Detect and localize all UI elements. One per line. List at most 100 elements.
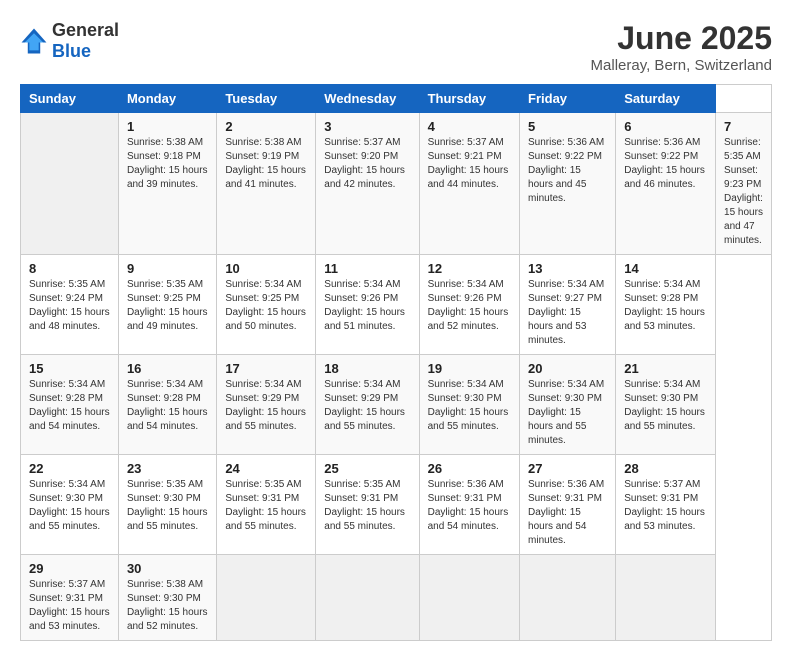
calendar-cell: 9 Sunrise: 5:35 AMSunset: 9:25 PMDayligh… — [118, 255, 216, 355]
day-number: 25 — [324, 461, 410, 476]
day-number: 22 — [29, 461, 110, 476]
calendar-cell: 14 Sunrise: 5:34 AMSunset: 9:28 PMDaylig… — [616, 255, 716, 355]
day-info: Sunrise: 5:34 AMSunset: 9:28 PMDaylight:… — [127, 378, 208, 434]
day-info: Sunrise: 5:36 AMSunset: 9:31 PMDaylight:… — [528, 478, 607, 548]
logo: General Blue — [20, 20, 119, 62]
calendar-cell: 28 Sunrise: 5:37 AMSunset: 9:31 PMDaylig… — [616, 455, 716, 555]
day-number: 11 — [324, 261, 410, 276]
calendar-week-2: 8 Sunrise: 5:35 AMSunset: 9:24 PMDayligh… — [21, 255, 772, 355]
col-monday: Monday — [118, 85, 216, 113]
logo-icon — [20, 27, 48, 55]
day-info: Sunrise: 5:34 AMSunset: 9:26 PMDaylight:… — [428, 278, 511, 334]
calendar-week-4: 22 Sunrise: 5:34 AMSunset: 9:30 PMDaylig… — [21, 455, 772, 555]
day-info: Sunrise: 5:36 AMSunset: 9:31 PMDaylight:… — [428, 478, 511, 534]
day-info: Sunrise: 5:34 AMSunset: 9:29 PMDaylight:… — [225, 378, 307, 434]
day-number: 12 — [428, 261, 511, 276]
header: General Blue June 2025 Malleray, Bern, S… — [20, 20, 772, 74]
calendar-cell: 29 Sunrise: 5:37 AMSunset: 9:31 PMDaylig… — [21, 555, 119, 641]
calendar-cell: 5 Sunrise: 5:36 AMSunset: 9:22 PMDayligh… — [520, 113, 616, 255]
calendar-cell: 18 Sunrise: 5:34 AMSunset: 9:29 PMDaylig… — [316, 355, 419, 455]
day-number: 1 — [127, 119, 208, 134]
calendar-week-3: 15 Sunrise: 5:34 AMSunset: 9:28 PMDaylig… — [21, 355, 772, 455]
day-info: Sunrise: 5:35 AMSunset: 9:31 PMDaylight:… — [324, 478, 410, 534]
calendar-cell: 10 Sunrise: 5:34 AMSunset: 9:25 PMDaylig… — [217, 255, 316, 355]
calendar-cell — [520, 555, 616, 641]
month-title: June 2025 — [591, 20, 772, 57]
logo-general: General — [52, 20, 119, 40]
day-info: Sunrise: 5:34 AMSunset: 9:25 PMDaylight:… — [225, 278, 307, 334]
location-title: Malleray, Bern, Switzerland — [591, 57, 772, 74]
calendar-cell: 30 Sunrise: 5:38 AMSunset: 9:30 PMDaylig… — [118, 555, 216, 641]
day-info: Sunrise: 5:37 AMSunset: 9:20 PMDaylight:… — [324, 136, 410, 192]
calendar-week-1: 1 Sunrise: 5:38 AMSunset: 9:18 PMDayligh… — [21, 113, 772, 255]
day-info: Sunrise: 5:34 AMSunset: 9:26 PMDaylight:… — [324, 278, 410, 334]
header-row: Sunday Monday Tuesday Wednesday Thursday… — [21, 85, 772, 113]
calendar-cell: 19 Sunrise: 5:34 AMSunset: 9:30 PMDaylig… — [419, 355, 519, 455]
day-number: 8 — [29, 261, 110, 276]
calendar-cell: 23 Sunrise: 5:35 AMSunset: 9:30 PMDaylig… — [118, 455, 216, 555]
day-info: Sunrise: 5:35 AMSunset: 9:30 PMDaylight:… — [127, 478, 208, 534]
day-number: 16 — [127, 361, 208, 376]
day-number: 30 — [127, 561, 208, 576]
day-number: 24 — [225, 461, 307, 476]
col-sunday: Sunday — [21, 85, 119, 113]
title-area: June 2025 Malleray, Bern, Switzerland — [591, 20, 772, 74]
day-info: Sunrise: 5:35 AMSunset: 9:25 PMDaylight:… — [127, 278, 208, 334]
day-number: 3 — [324, 119, 410, 134]
day-info: Sunrise: 5:37 AMSunset: 9:21 PMDaylight:… — [428, 136, 511, 192]
day-number: 29 — [29, 561, 110, 576]
day-number: 18 — [324, 361, 410, 376]
day-number: 28 — [624, 461, 707, 476]
day-info: Sunrise: 5:34 AMSunset: 9:30 PMDaylight:… — [29, 478, 110, 534]
day-number: 26 — [428, 461, 511, 476]
day-number: 17 — [225, 361, 307, 376]
calendar-cell: 22 Sunrise: 5:34 AMSunset: 9:30 PMDaylig… — [21, 455, 119, 555]
day-number: 5 — [528, 119, 607, 134]
calendar-cell: 2 Sunrise: 5:38 AMSunset: 9:19 PMDayligh… — [217, 113, 316, 255]
day-info: Sunrise: 5:38 AMSunset: 9:19 PMDaylight:… — [225, 136, 307, 192]
day-info: Sunrise: 5:34 AMSunset: 9:30 PMDaylight:… — [528, 378, 607, 448]
calendar-cell: 21 Sunrise: 5:34 AMSunset: 9:30 PMDaylig… — [616, 355, 716, 455]
day-number: 2 — [225, 119, 307, 134]
calendar-cell — [616, 555, 716, 641]
day-info: Sunrise: 5:34 AMSunset: 9:27 PMDaylight:… — [528, 278, 607, 348]
day-info: Sunrise: 5:34 AMSunset: 9:29 PMDaylight:… — [324, 378, 410, 434]
calendar-cell: 17 Sunrise: 5:34 AMSunset: 9:29 PMDaylig… — [217, 355, 316, 455]
day-info: Sunrise: 5:34 AMSunset: 9:30 PMDaylight:… — [428, 378, 511, 434]
day-number: 20 — [528, 361, 607, 376]
day-info: Sunrise: 5:37 AMSunset: 9:31 PMDaylight:… — [624, 478, 707, 534]
calendar-cell: 11 Sunrise: 5:34 AMSunset: 9:26 PMDaylig… — [316, 255, 419, 355]
day-info: Sunrise: 5:38 AMSunset: 9:18 PMDaylight:… — [127, 136, 208, 192]
calendar-cell: 15 Sunrise: 5:34 AMSunset: 9:28 PMDaylig… — [21, 355, 119, 455]
day-number: 6 — [624, 119, 707, 134]
calendar-cell — [316, 555, 419, 641]
calendar-table: Sunday Monday Tuesday Wednesday Thursday… — [20, 84, 772, 641]
day-number: 4 — [428, 119, 511, 134]
day-info: Sunrise: 5:36 AMSunset: 9:22 PMDaylight:… — [528, 136, 607, 206]
calendar-cell — [217, 555, 316, 641]
col-friday: Friday — [520, 85, 616, 113]
calendar-cell: 13 Sunrise: 5:34 AMSunset: 9:27 PMDaylig… — [520, 255, 616, 355]
col-saturday: Saturday — [616, 85, 716, 113]
day-number: 21 — [624, 361, 707, 376]
day-info: Sunrise: 5:34 AMSunset: 9:30 PMDaylight:… — [624, 378, 707, 434]
day-info: Sunrise: 5:35 AMSunset: 9:24 PMDaylight:… — [29, 278, 110, 334]
calendar-cell: 24 Sunrise: 5:35 AMSunset: 9:31 PMDaylig… — [217, 455, 316, 555]
day-number: 13 — [528, 261, 607, 276]
calendar-cell: 7 Sunrise: 5:35 AMSunset: 9:23 PMDayligh… — [716, 113, 772, 255]
day-number: 23 — [127, 461, 208, 476]
day-number: 19 — [428, 361, 511, 376]
calendar-cell: 3 Sunrise: 5:37 AMSunset: 9:20 PMDayligh… — [316, 113, 419, 255]
logo-text: General Blue — [52, 20, 119, 62]
day-info: Sunrise: 5:35 AMSunset: 9:31 PMDaylight:… — [225, 478, 307, 534]
calendar-cell: 6 Sunrise: 5:36 AMSunset: 9:22 PMDayligh… — [616, 113, 716, 255]
day-number: 10 — [225, 261, 307, 276]
calendar-cell: 26 Sunrise: 5:36 AMSunset: 9:31 PMDaylig… — [419, 455, 519, 555]
col-tuesday: Tuesday — [217, 85, 316, 113]
day-info: Sunrise: 5:38 AMSunset: 9:30 PMDaylight:… — [127, 578, 208, 634]
col-wednesday: Wednesday — [316, 85, 419, 113]
calendar-cell: 1 Sunrise: 5:38 AMSunset: 9:18 PMDayligh… — [118, 113, 216, 255]
calendar-cell: 27 Sunrise: 5:36 AMSunset: 9:31 PMDaylig… — [520, 455, 616, 555]
col-thursday: Thursday — [419, 85, 519, 113]
day-number: 15 — [29, 361, 110, 376]
